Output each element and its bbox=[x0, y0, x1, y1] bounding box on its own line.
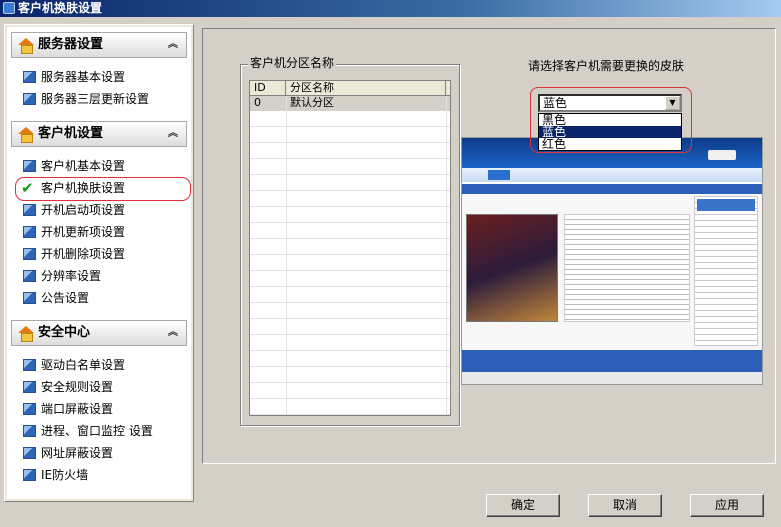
document-icon bbox=[23, 381, 36, 393]
document-icon bbox=[23, 403, 36, 415]
skin-option-red[interactable]: 红色 bbox=[539, 138, 681, 150]
house-icon bbox=[18, 38, 34, 54]
section-client: 客户机设置 ︽ 客户机基本设置 ✔ 客户机换肤设置 开机启动项设置 开机更新项设置… bbox=[11, 121, 191, 309]
cell-name: 默认分区 bbox=[290, 96, 334, 109]
apply-button[interactable]: 应用 bbox=[690, 494, 764, 517]
sidebar-item-resolution[interactable]: 分辨率设置 bbox=[11, 265, 187, 287]
sidebar-item-port-block[interactable]: 端口屏蔽设置 bbox=[11, 398, 187, 420]
document-icon bbox=[23, 248, 36, 260]
sidebar-item-server-three-layer-update[interactable]: 服务器三层更新设置 bbox=[11, 88, 187, 110]
document-icon bbox=[23, 160, 36, 172]
sidebar: 服务器设置 ︽ 服务器基本设置 服务器三层更新设置 客户机设置 ︽ 客户机基本设… bbox=[4, 24, 194, 502]
sidebar-item-announcement[interactable]: 公告设置 bbox=[11, 287, 187, 309]
column-header-name[interactable]: 分区名称 bbox=[286, 81, 446, 96]
sidebar-item-security-rules[interactable]: 安全规则设置 bbox=[11, 376, 187, 398]
sidebar-item-boot-startup[interactable]: 开机启动项设置 bbox=[11, 199, 187, 221]
skin-options-list[interactable]: 黑色 蓝色 红色 bbox=[538, 113, 682, 151]
skin-preview-image bbox=[461, 137, 763, 385]
column-divider bbox=[286, 96, 287, 415]
sidebar-item-driver-whitelist[interactable]: 驱动白名单设置 bbox=[11, 354, 187, 376]
house-icon bbox=[18, 127, 34, 143]
window-title: 客户机换肤设置 bbox=[18, 1, 103, 15]
cell-id: 0 bbox=[254, 96, 261, 109]
skin-select[interactable]: 蓝色 ▼ bbox=[538, 94, 682, 112]
checkmark-icon: ✔ bbox=[21, 179, 34, 197]
section-security: 安全中心 ︽ 驱动白名单设置 安全规则设置 端口屏蔽设置 进程、窗口监控 设置 … bbox=[11, 320, 187, 486]
section-header-client[interactable]: 客户机设置 ︽ bbox=[11, 121, 187, 147]
partition-table[interactable]: ID 分区名称 0 默认分区 bbox=[249, 80, 451, 416]
document-icon bbox=[23, 93, 36, 105]
table-header: ID 分区名称 bbox=[250, 81, 450, 96]
document-icon bbox=[23, 425, 36, 437]
sidebar-item-client-basic[interactable]: 客户机基本设置 bbox=[11, 155, 187, 177]
partition-group-title: 客户机分区名称 bbox=[248, 56, 337, 70]
sidebar-item-url-block[interactable]: 网址屏蔽设置 bbox=[11, 442, 187, 464]
sidebar-item-server-basic[interactable]: 服务器基本设置 bbox=[11, 66, 187, 88]
column-divider bbox=[446, 96, 447, 415]
document-icon bbox=[23, 226, 36, 238]
section-title: 安全中心 bbox=[38, 325, 91, 340]
document-icon bbox=[23, 270, 36, 282]
ok-button[interactable]: 确定 bbox=[486, 494, 560, 517]
dropdown-arrow-icon[interactable]: ▼ bbox=[665, 96, 680, 110]
sidebar-item-ie-firewall[interactable]: IE防火墙 bbox=[11, 464, 187, 486]
collapse-icon[interactable]: ︽ bbox=[168, 326, 178, 340]
section-header-server[interactable]: 服务器设置 ︽ bbox=[11, 32, 187, 58]
document-icon bbox=[23, 204, 36, 216]
skin-select-label: 请选择客户机需要更换的皮肤 bbox=[528, 59, 685, 73]
document-icon bbox=[23, 447, 36, 459]
sidebar-item-boot-delete[interactable]: 开机删除项设置 bbox=[11, 243, 187, 265]
app-icon bbox=[3, 2, 15, 14]
section-server: 服务器设置 ︽ 服务器基本设置 服务器三层更新设置 bbox=[11, 32, 187, 110]
document-icon bbox=[23, 71, 36, 83]
title-bar: 客户机换肤设置 bbox=[0, 0, 781, 17]
collapse-icon[interactable]: ︽ bbox=[168, 127, 178, 141]
section-title: 客户机设置 bbox=[38, 126, 104, 141]
column-header-id[interactable]: ID bbox=[250, 81, 286, 96]
preview-game-banner bbox=[466, 214, 558, 322]
skin-select-value: 蓝色 bbox=[543, 96, 568, 110]
table-row[interactable]: 0 默认分区 bbox=[250, 96, 450, 111]
section-title: 服务器设置 bbox=[38, 37, 104, 52]
sidebar-item-process-monitor[interactable]: 进程、窗口监控 设置 bbox=[11, 420, 187, 442]
section-header-security[interactable]: 安全中心 ︽ bbox=[11, 320, 187, 346]
sidebar-item-boot-update[interactable]: 开机更新项设置 bbox=[11, 221, 187, 243]
document-icon bbox=[23, 469, 36, 481]
collapse-icon[interactable]: ︽ bbox=[168, 38, 178, 52]
house-icon bbox=[18, 326, 34, 342]
empty-rows bbox=[250, 111, 450, 415]
document-icon bbox=[23, 292, 36, 304]
sidebar-item-client-skin[interactable]: ✔ 客户机换肤设置 bbox=[11, 177, 191, 201]
document-icon bbox=[23, 359, 36, 371]
cancel-button[interactable]: 取消 bbox=[588, 494, 662, 517]
